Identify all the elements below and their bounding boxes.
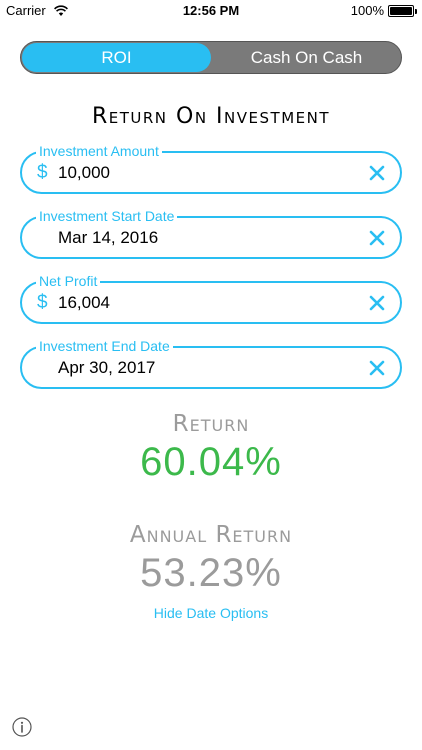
status-right: 100% (350, 3, 417, 18)
hide-date-options-link[interactable]: Hide Date Options (0, 605, 422, 621)
investment-start-date-label: Investment Start Date (36, 208, 178, 224)
investment-start-date-field[interactable]: Investment Start Date Mar 14, 2016 (20, 208, 402, 259)
dollar-sign-icon: $ (37, 162, 48, 183)
investment-amount-input[interactable]: 10,000 (58, 163, 110, 183)
info-icon[interactable] (12, 717, 32, 737)
return-value: 60.04% (140, 440, 282, 484)
battery-percent: 100% (350, 3, 384, 18)
dollar-sign-icon: $ (37, 292, 48, 313)
status-bar: Carrier 12:56 PM 100% (0, 0, 422, 22)
clear-investment-amount-icon[interactable] (368, 164, 386, 182)
return-label: Return (172, 411, 250, 437)
net-profit-input[interactable]: 16,004 (58, 293, 110, 313)
investment-end-date-input[interactable]: Apr 30, 2017 (58, 358, 155, 378)
net-profit-field[interactable]: Net Profit $ 16,004 (20, 273, 402, 324)
tab-cash-on-cash[interactable]: Cash On Cash (212, 42, 401, 73)
battery-icon (388, 4, 417, 17)
net-profit-label: Net Profit (36, 273, 101, 289)
investment-amount-label: Investment Amount (36, 143, 162, 159)
investment-end-date-label: Investment End Date (36, 338, 173, 354)
annual-return-value: 53.23% (140, 551, 282, 595)
annual-return-label: Annual Return (129, 522, 293, 548)
page-title: Return On Investment (91, 104, 330, 129)
clear-end-date-icon[interactable] (368, 359, 386, 377)
clear-start-date-icon[interactable] (368, 229, 386, 247)
tab-roi[interactable]: ROI (22, 43, 211, 72)
investment-amount-field[interactable]: Investment Amount $ 10,000 (20, 143, 402, 194)
mode-segmented-control: ROI Cash On Cash (20, 41, 402, 74)
investment-end-date-field[interactable]: Investment End Date Apr 30, 2017 (20, 338, 402, 389)
investment-start-date-input[interactable]: Mar 14, 2016 (58, 228, 158, 248)
clear-net-profit-icon[interactable] (368, 294, 386, 312)
